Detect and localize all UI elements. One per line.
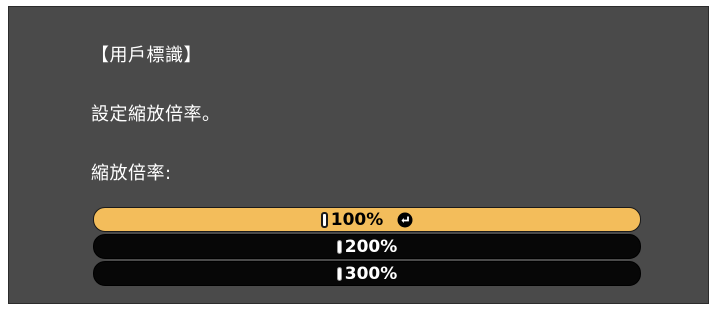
- enter-icon: [397, 212, 413, 227]
- zoom-option-label: 200%: [344, 236, 398, 257]
- zoom-option-100[interactable]: 100%: [93, 207, 641, 232]
- zoom-option-label: 300%: [344, 263, 398, 284]
- selected-marker-icon: [320, 211, 328, 228]
- zoom-ratio-label: 縮放倍率:: [91, 163, 172, 184]
- zoom-option-300[interactable]: 300%: [93, 261, 641, 286]
- option-marker-icon: [336, 239, 342, 254]
- dialog-message: 設定縮放倍率。: [91, 104, 221, 125]
- zoom-dialog: 【用戶標識】 設定縮放倍率。 縮放倍率: 100% 200% 300%: [8, 6, 709, 304]
- zoom-option-label: 100%: [330, 209, 384, 230]
- zoom-option-200[interactable]: 200%: [93, 234, 641, 259]
- zoom-ratio-list: 100% 200% 300%: [93, 207, 641, 288]
- option-marker-icon: [336, 266, 342, 281]
- dialog-title: 【用戶標識】: [91, 45, 202, 66]
